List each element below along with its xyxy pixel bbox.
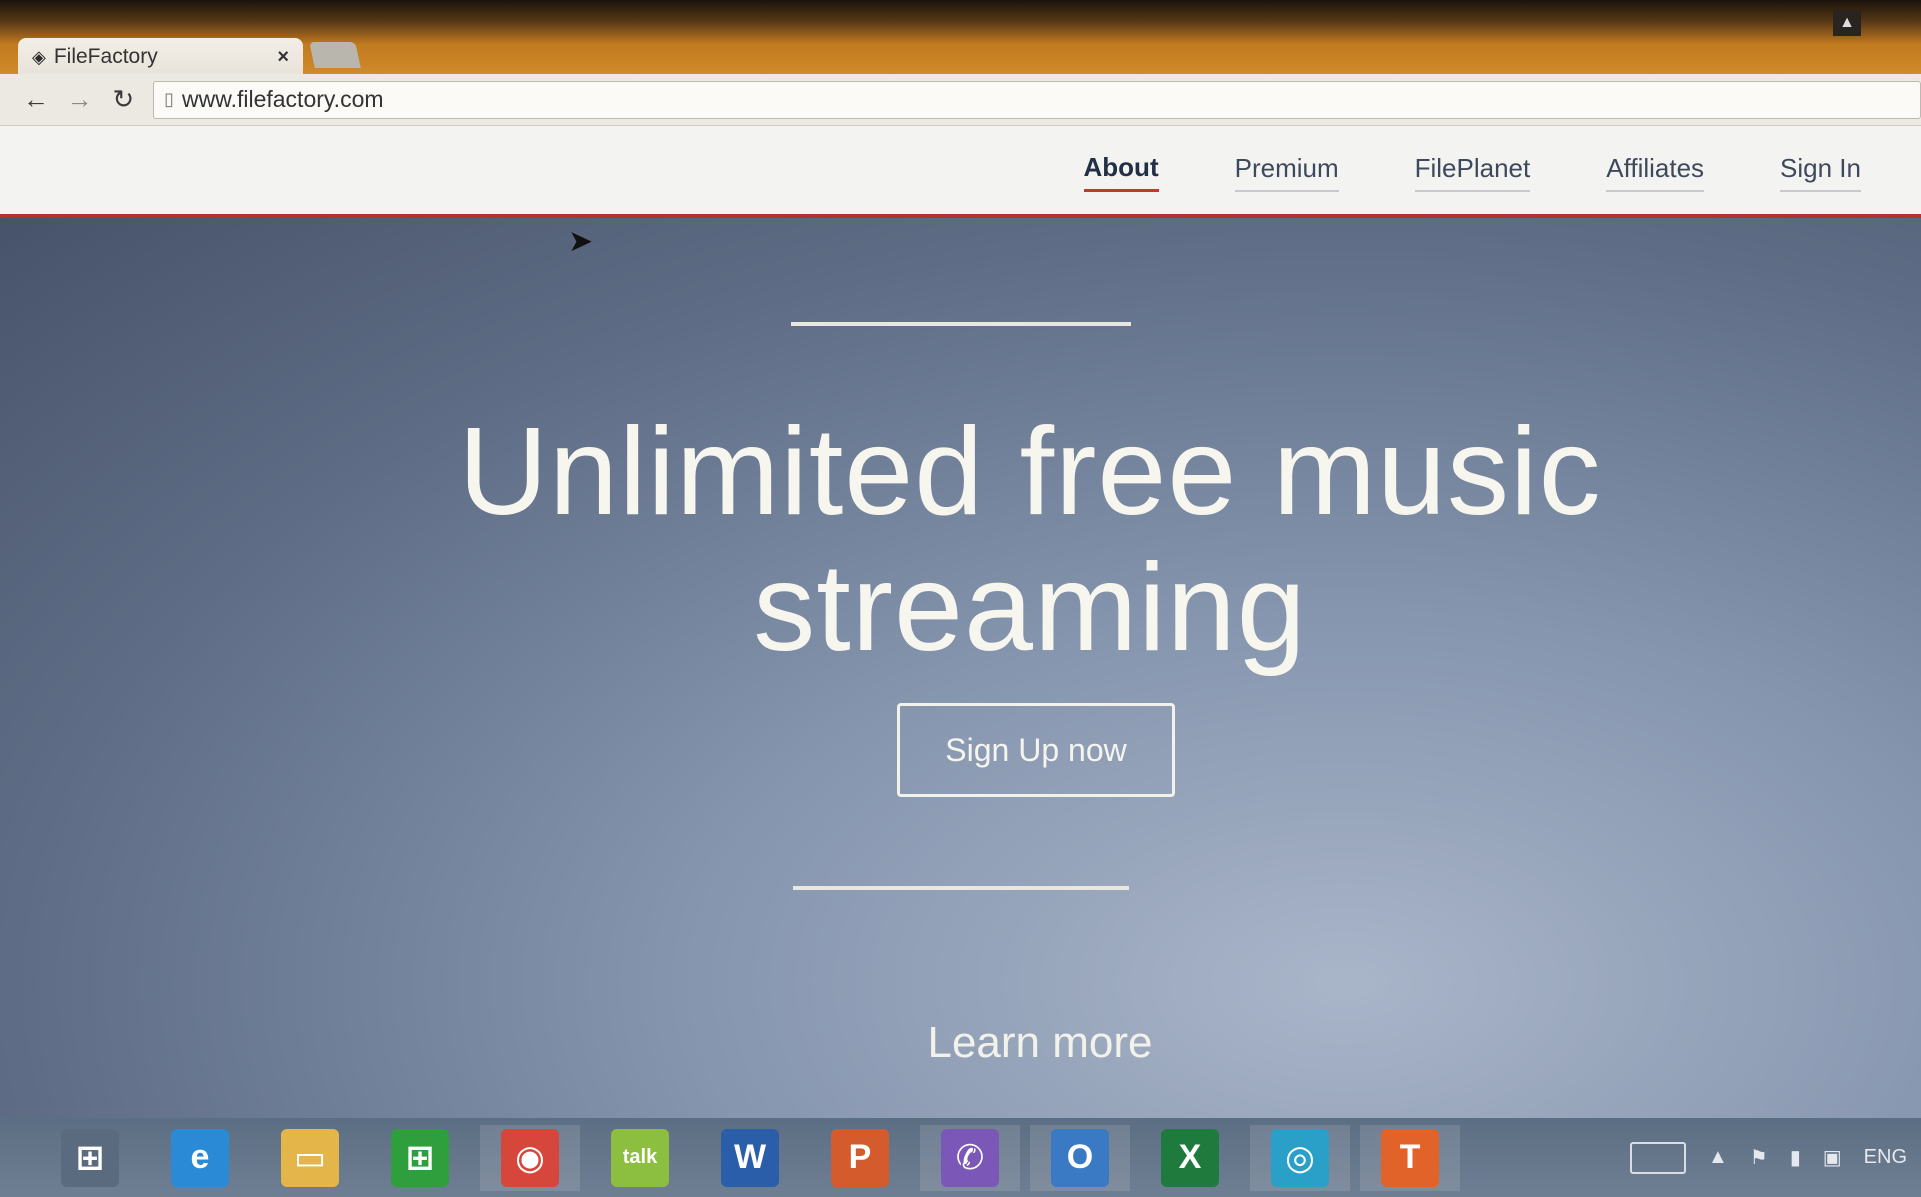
taskbar-app-11[interactable]: ◎ <box>1250 1124 1350 1191</box>
taskbar-app-3[interactable]: ⊞ <box>370 1125 470 1191</box>
file-explorer-icon: ▭ <box>281 1128 339 1187</box>
nav-item-about[interactable]: About <box>1083 152 1159 192</box>
taskbar-app-2[interactable]: ▭ <box>260 1125 360 1191</box>
address-bar[interactable]: ▯ <box>153 80 1921 119</box>
sign-up-button[interactable]: Sign Up now <box>897 703 1175 797</box>
site-nav: About Premium FilePlanet Affiliates Sign… <box>0 126 1921 218</box>
windows-taskbar: ⊞ e ▭ ⊞ ◉ talk W P ✆ O X ◎ T ▲ ⚑ ▮ ▣ ENG <box>0 1118 1921 1197</box>
taskbar-app-10[interactable]: X <box>1140 1125 1240 1191</box>
taskbar-app-1[interactable]: e <box>150 1125 250 1191</box>
taskbar-app-6[interactable]: W <box>700 1125 800 1191</box>
google-talk-icon: talk <box>611 1128 669 1187</box>
back-icon[interactable]: ← <box>14 84 58 115</box>
taskbar-app-12[interactable]: T <box>1360 1124 1460 1191</box>
nav-item-sign-in[interactable]: Sign In <box>1780 153 1861 192</box>
viber-icon: ✆ <box>941 1128 999 1187</box>
system-tray: ▲ ⚑ ▮ ▣ ENG <box>1608 1141 1921 1174</box>
hero-section: Unlimited free music streaming Sign Up n… <box>0 218 1921 1118</box>
taskbar-app-5[interactable]: talk <box>590 1125 690 1191</box>
new-tab-button[interactable] <box>309 42 361 68</box>
hero-headline: Unlimited free music streaming <box>458 403 1602 677</box>
taskbar-app-7[interactable]: P <box>810 1125 910 1191</box>
keyboard-icon[interactable] <box>1630 1141 1686 1174</box>
chrome-icon: ◉ <box>501 1128 559 1187</box>
nav-item-fileplanet[interactable]: FilePlanet <box>1414 153 1531 192</box>
word-icon: W <box>721 1128 779 1187</box>
t-app-icon: T <box>1381 1128 1439 1187</box>
url-input[interactable] <box>182 86 1783 113</box>
network-icon[interactable]: ▣ <box>1823 1145 1842 1170</box>
mouse-cursor-icon: ➤ <box>568 225 594 258</box>
taskbar-app-4[interactable]: ◉ <box>480 1124 580 1191</box>
tab-title: FileFactory <box>53 45 158 68</box>
close-tab-icon[interactable]: × <box>277 46 289 69</box>
media-player-icon: ◎ <box>1271 1128 1329 1187</box>
learn-more-link[interactable]: Learn more <box>860 1018 1220 1068</box>
taskbar-app-9[interactable]: O <box>1030 1124 1130 1191</box>
nav-item-premium[interactable]: Premium <box>1234 153 1339 192</box>
action-center-flag-icon[interactable]: ⚑ <box>1750 1145 1768 1170</box>
bottom-divider <box>792 886 1129 890</box>
reload-icon[interactable]: ↻ <box>101 84 145 115</box>
internet-explorer-icon: e <box>171 1128 229 1187</box>
excel-icon: X <box>1161 1128 1219 1187</box>
browser-toolbar: ← → ↻ ▯ <box>0 74 1921 126</box>
taskbar-app-8[interactable]: ✆ <box>920 1124 1020 1191</box>
taskbar-app-0[interactable]: ⊞ <box>40 1125 140 1191</box>
browser-tab[interactable]: ◈ FileFactory × <box>18 38 303 76</box>
forward-icon[interactable]: → <box>58 84 102 115</box>
top-divider <box>790 322 1131 326</box>
chevron-up-icon[interactable]: ▲ <box>1708 1146 1728 1169</box>
language-indicator[interactable]: ENG <box>1864 1146 1907 1169</box>
outlook-icon: O <box>1051 1128 1109 1187</box>
powerpoint-icon: P <box>831 1128 889 1187</box>
windows-start-icon: ⊞ <box>61 1128 119 1187</box>
store-icon: ⊞ <box>391 1128 449 1187</box>
profile-icon[interactable]: ▲ <box>1833 10 1861 36</box>
battery-icon[interactable]: ▮ <box>1790 1145 1801 1170</box>
filefactory-favicon-icon: ◈ <box>32 46 46 67</box>
nav-item-affiliates[interactable]: Affiliates <box>1606 153 1705 192</box>
browser-tabstrip: ◈ FileFactory × ▲ <box>0 0 1921 76</box>
page-icon: ▯ <box>164 89 175 109</box>
